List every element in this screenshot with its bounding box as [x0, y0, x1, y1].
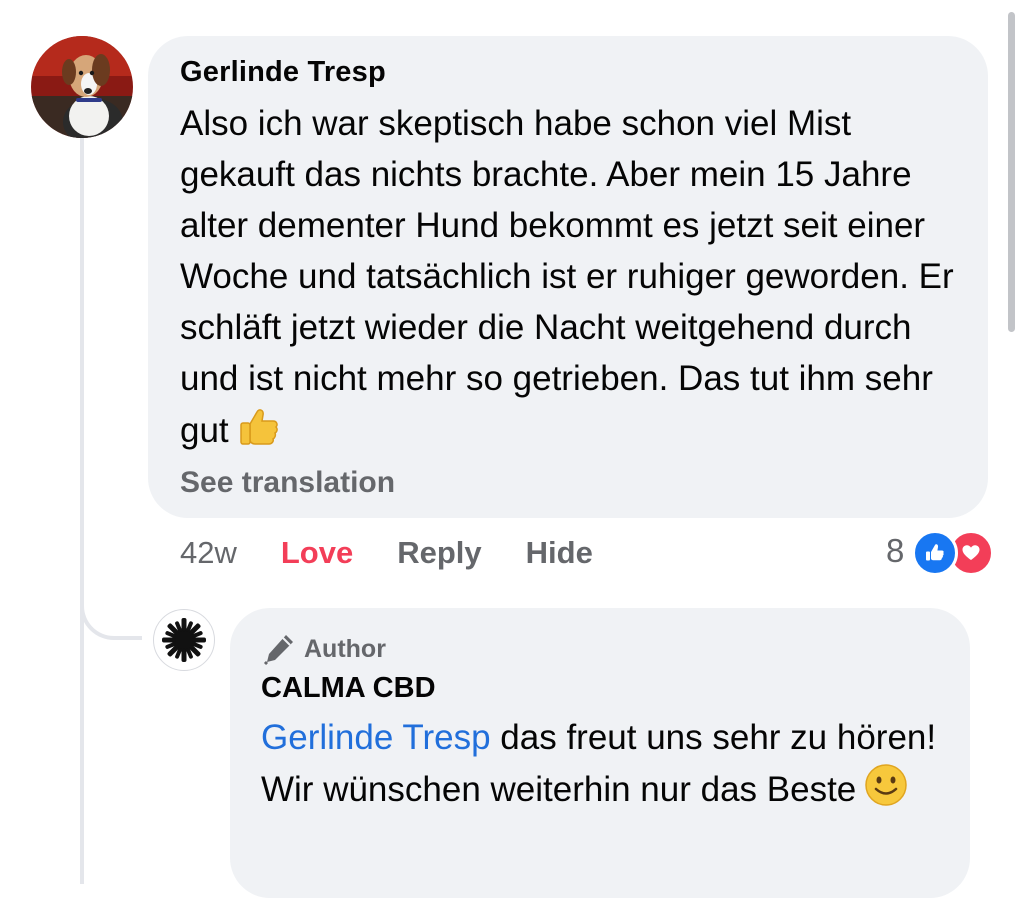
comment-timestamp[interactable]: 42w [180, 535, 237, 571]
comment-text-body: Also ich war skeptisch habe schon viel M… [180, 104, 954, 450]
comment-author[interactable]: Gerlinde Tresp [180, 56, 386, 89]
scrollbar[interactable] [1008, 12, 1015, 332]
brand-avatar[interactable] [153, 609, 215, 671]
hide-button[interactable]: Hide [526, 535, 593, 571]
reaction-count: 8 [886, 532, 905, 569]
dog-avatar-image [31, 36, 133, 138]
like-icon [912, 530, 959, 576]
reply-bubble: Author CALMA CBD Gerlinde Tresp das freu… [230, 608, 970, 898]
reply-text: Gerlinde Tresp das freut uns sehr zu hör… [261, 712, 951, 821]
author-badge-label: Author [304, 634, 386, 663]
comment-bubble: Gerlinde Tresp Also ich war skeptisch ha… [148, 36, 988, 518]
avatar[interactable] [31, 36, 133, 138]
mention-link[interactable]: Gerlinde Tresp [261, 718, 491, 757]
thread-line [80, 138, 84, 884]
thumbs-up-icon [237, 404, 281, 462]
reply-author[interactable]: CALMA CBD [261, 672, 436, 705]
comment-text: Also ich war skeptisch habe schon viel M… [180, 98, 970, 462]
reaction-summary[interactable]: 8 [886, 528, 996, 576]
pencil-icon [263, 635, 293, 666]
see-translation-link[interactable]: See translation [180, 466, 395, 500]
author-badge: Author [262, 632, 386, 666]
smiling-face-icon [864, 763, 908, 821]
cannabis-leaf-icon [162, 618, 206, 662]
reply-button[interactable]: Reply [397, 535, 481, 571]
thread-connector [80, 560, 142, 640]
love-button[interactable]: Love [281, 535, 353, 571]
comment-actions: 42w Love Reply Hide [180, 530, 593, 576]
